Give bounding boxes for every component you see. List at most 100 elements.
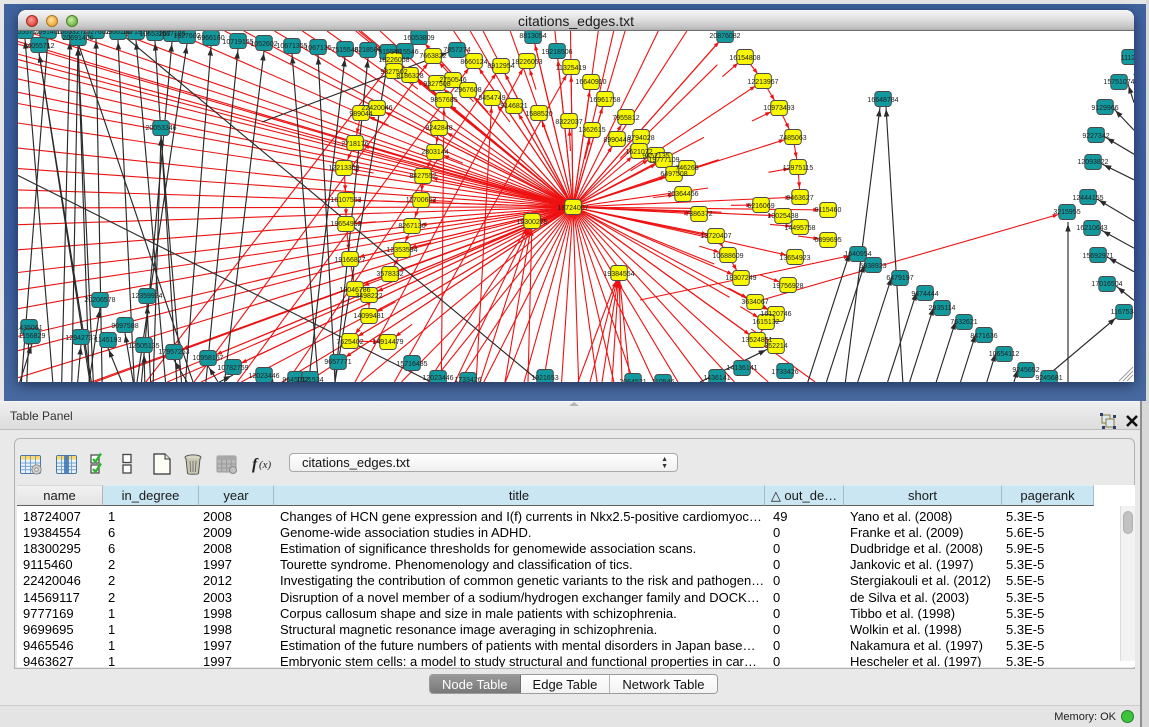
svg-text:2718176: 2718176 [341, 141, 368, 148]
svg-text:1156829: 1156829 [19, 333, 46, 340]
svg-text:1733426: 1733426 [454, 377, 481, 382]
svg-text:20364456: 20364456 [667, 191, 698, 198]
svg-text:16053809: 16053809 [403, 35, 434, 42]
svg-text:1052602: 1052602 [250, 41, 277, 48]
svg-text:9794028: 9794028 [627, 135, 654, 142]
svg-text:11700662: 11700662 [406, 197, 437, 204]
svg-text:12505135: 12505135 [128, 343, 159, 350]
svg-text:5938923: 5938923 [859, 263, 886, 270]
svg-text:20691406: 20691406 [62, 35, 93, 42]
svg-text:8427552: 8427552 [409, 173, 436, 180]
svg-text:10973493: 10973493 [763, 105, 794, 112]
svg-text:1145193: 1145193 [95, 337, 122, 344]
svg-text:10782759: 10782759 [217, 365, 248, 372]
svg-text:12213967: 12213967 [747, 79, 778, 86]
svg-text:7515546: 7515546 [391, 49, 418, 56]
svg-text:16961758: 16961758 [589, 97, 620, 104]
svg-text:7386372: 7386372 [685, 211, 712, 218]
svg-text:1362615: 1362615 [578, 127, 605, 134]
svg-text:16210643: 16210643 [1076, 225, 1107, 232]
svg-text:12023446: 12023446 [422, 375, 453, 382]
svg-text:3578332: 3578332 [376, 271, 403, 278]
svg-text:15716485: 15716485 [396, 361, 427, 368]
svg-text:10654112: 10654112 [989, 351, 1020, 358]
svg-text:110546: 110546 [652, 379, 675, 382]
svg-text:3498222: 3498222 [355, 293, 382, 300]
svg-text:20053346: 20053346 [145, 125, 176, 132]
svg-text:8471636: 8471636 [970, 333, 997, 340]
svg-text:10719155: 10719155 [222, 39, 253, 46]
svg-text:11122: 11122 [1121, 55, 1134, 62]
svg-text:1067135: 1067135 [304, 45, 331, 52]
svg-text:9463627: 9463627 [786, 195, 813, 202]
svg-text:13654923: 13654923 [779, 255, 810, 262]
svg-text:2064521: 2064521 [619, 379, 646, 382]
svg-text:1615132: 1615132 [752, 319, 779, 326]
svg-text:19777109: 19777109 [648, 157, 679, 164]
svg-text:10025438: 10025438 [767, 213, 798, 220]
svg-text:1167534: 1167534 [1111, 309, 1134, 316]
svg-text:9657771: 9657771 [324, 359, 351, 366]
svg-text:12359924: 12359924 [131, 293, 162, 300]
svg-text:12213369: 12213369 [328, 165, 359, 172]
svg-text:2803144: 2803144 [421, 149, 448, 156]
svg-text:10671355: 10671355 [276, 43, 307, 50]
svg-text:1640954: 1640954 [844, 251, 871, 258]
svg-text:8454749: 8454749 [478, 95, 505, 102]
svg-text:8322037: 8322037 [555, 119, 582, 126]
svg-text:14099481: 14099481 [353, 313, 384, 320]
svg-text:1435061: 1435061 [18, 325, 43, 332]
svg-text:12444155: 12444155 [1072, 195, 1103, 202]
svg-text:10958167: 10958167 [192, 355, 223, 362]
svg-text:2935114: 2935114 [929, 305, 956, 312]
svg-text:12353594: 12353594 [386, 247, 417, 254]
svg-text:17957253: 17957253 [158, 349, 189, 356]
svg-text:9245681: 9245681 [1035, 375, 1062, 382]
svg-text:14495758: 14495758 [784, 225, 815, 232]
svg-text:3634067: 3634067 [741, 299, 768, 306]
svg-text:6497508: 6497508 [660, 171, 687, 178]
svg-text:10688609: 10688609 [712, 253, 743, 260]
svg-text:8813054: 8813054 [519, 33, 546, 40]
svg-text:746266: 746266 [675, 165, 698, 172]
svg-text:19218506: 19218506 [541, 49, 572, 56]
svg-text:1436141: 1436141 [703, 375, 730, 382]
svg-text:7857274: 7857274 [443, 47, 470, 54]
svg-text:12023446: 12023446 [248, 373, 279, 380]
svg-text:9115460: 9115460 [815, 207, 842, 214]
svg-text:12942737: 12942737 [65, 335, 96, 342]
svg-text:6966160: 6966160 [197, 35, 224, 42]
svg-text:7625402: 7625402 [336, 339, 363, 346]
svg-text:14055712: 14055712 [23, 43, 54, 50]
svg-text:20876082: 20876082 [709, 33, 740, 40]
svg-text:8660124: 8660124 [460, 59, 487, 66]
svg-text:6216069: 6216069 [747, 203, 774, 210]
svg-text:9245652: 9245652 [1012, 367, 1039, 374]
svg-text:1588520: 1588520 [525, 111, 552, 118]
svg-text:9242848: 9242848 [425, 125, 452, 132]
svg-text:18226053: 18226053 [511, 59, 542, 66]
svg-text:989044: 989044 [349, 111, 372, 118]
svg-text:9146821: 9146821 [500, 103, 527, 110]
svg-text:18307249: 18307249 [725, 275, 756, 282]
svg-text:19166827: 19166827 [334, 257, 365, 264]
svg-text:16107553: 16107553 [330, 197, 361, 204]
svg-text:19300275: 19300275 [516, 219, 547, 226]
svg-text:13720407: 13720407 [700, 233, 731, 240]
svg-text:8267130: 8267130 [398, 223, 425, 230]
svg-text:11325419: 11325419 [556, 65, 587, 72]
svg-text:9129966: 9129966 [1091, 105, 1118, 112]
svg-text:16120746: 16120746 [760, 311, 791, 318]
svg-text:1921653: 1921653 [531, 375, 558, 382]
svg-text:3215955: 3215955 [1053, 209, 1080, 216]
svg-text:18226058: 18226058 [378, 57, 409, 64]
svg-text:7663822: 7663822 [419, 53, 446, 60]
svg-text:15692971: 15692971 [1082, 253, 1113, 260]
svg-text:6899695: 6899695 [814, 237, 841, 244]
svg-text:16640910: 16640910 [575, 79, 606, 86]
svg-text:7485063: 7485063 [779, 135, 806, 142]
svg-text:9097588: 9097588 [111, 323, 138, 330]
svg-text:9857685: 9857685 [430, 97, 457, 104]
svg-text:7632621: 7632621 [950, 319, 977, 326]
svg-text:19756928: 19756928 [772, 283, 803, 290]
